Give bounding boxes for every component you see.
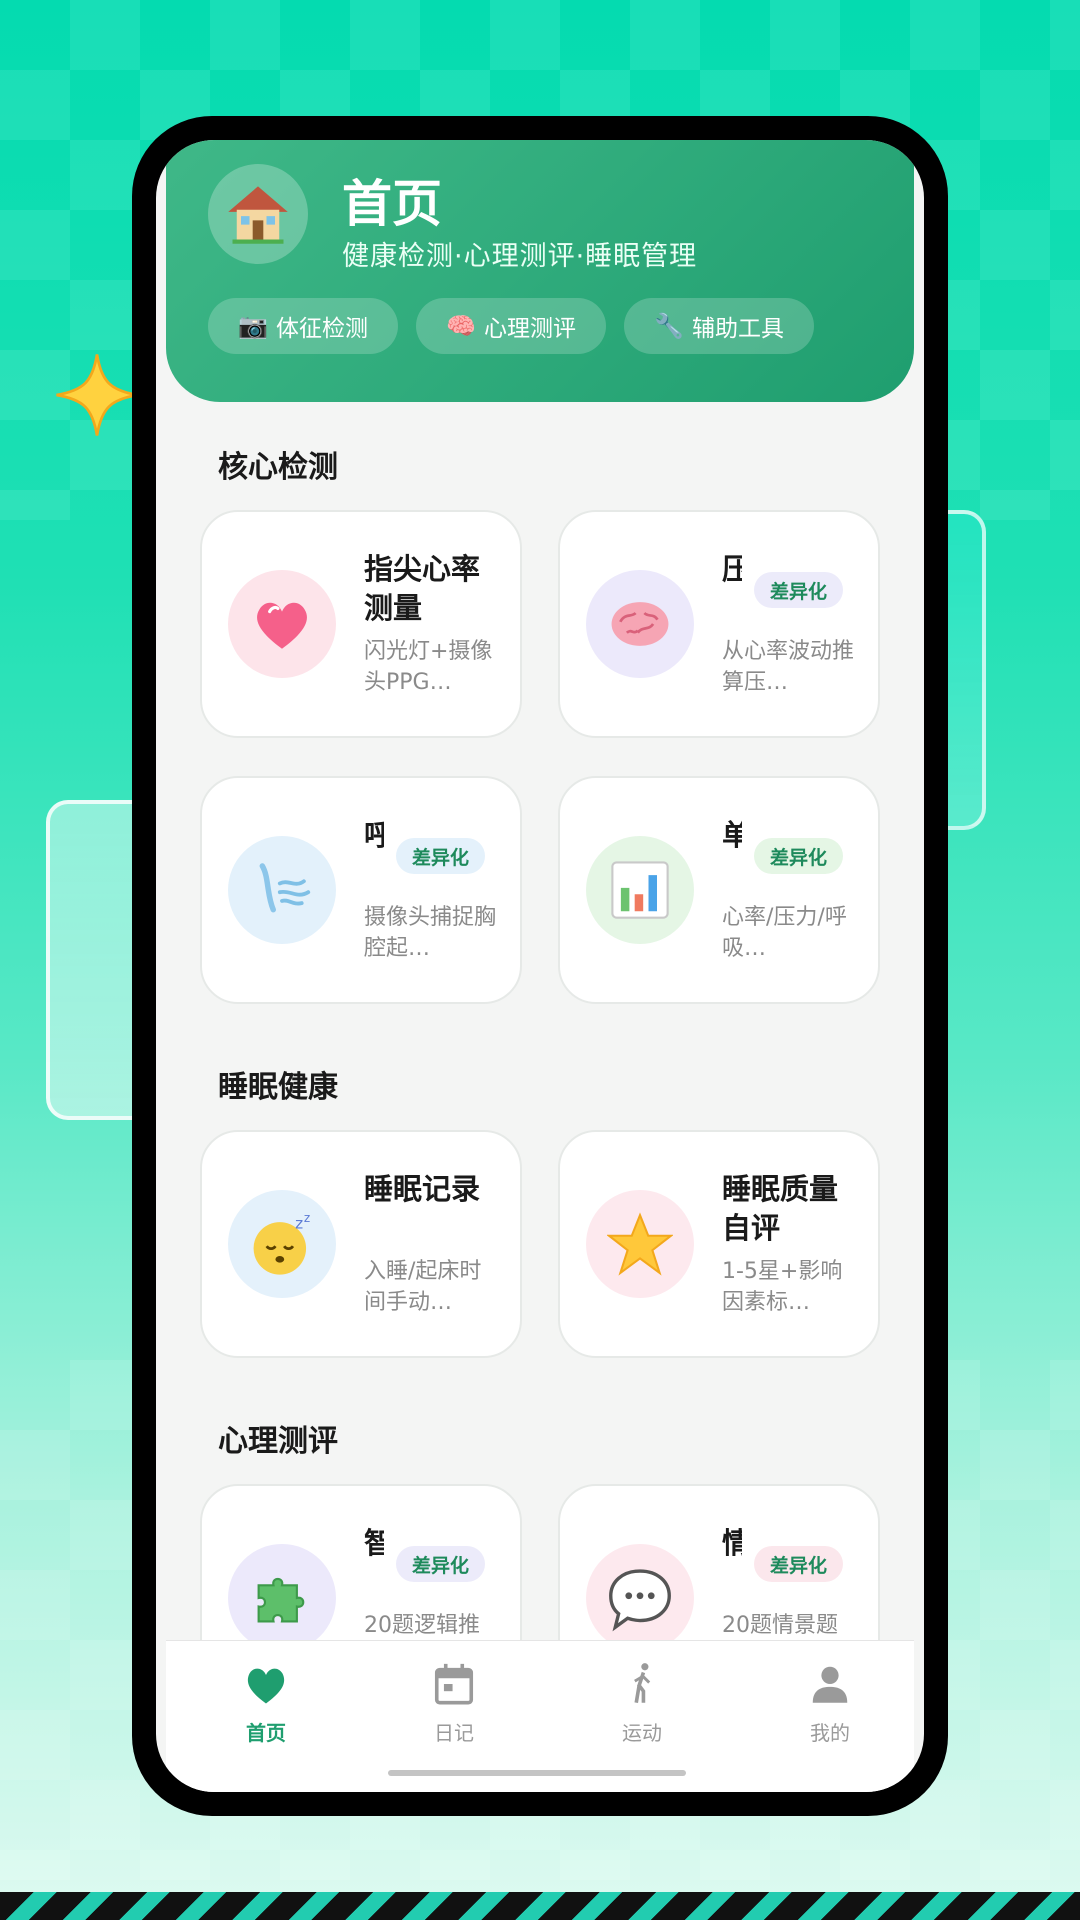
differentiation-badge: 差异化 [754, 572, 844, 608]
card-title: 情… [722, 1524, 742, 1563]
tab-home[interactable]: 首页 [206, 1661, 326, 1751]
speech-bubble-icon [586, 1544, 694, 1652]
card-title: 呼… [364, 816, 384, 855]
section-title-sleep-health: 睡眠健康 [218, 1070, 338, 1105]
differentiation-badge: 差异化 [754, 838, 844, 874]
card-title: 压… [722, 550, 742, 589]
brain-icon [586, 570, 694, 678]
card-description: 入睡/起床时间手动… [364, 1259, 482, 1315]
decorative-star-icon [52, 350, 142, 440]
page-subtitle: 健康检测·心理测评·睡眠管理 [342, 241, 698, 272]
home-header: 首页 健康检测·心理测评·睡眠管理 📷 体征检测 🧠 心理测评 🔧 辅助工具 [166, 140, 914, 402]
phone-frame: 首页 健康检测·心理测评·睡眠管理 📷 体征检测 🧠 心理测评 🔧 辅助工具 核… [132, 116, 948, 1816]
chip-label: 辅助工具 [691, 316, 784, 342]
tab-exercise[interactable]: 运动 [582, 1661, 702, 1751]
differentiation-badge: 差异化 [754, 1546, 844, 1582]
card-report[interactable]: 单… 差异化 心率/压力/呼吸… [558, 776, 880, 1004]
tab-profile[interactable]: 我的 [770, 1661, 890, 1751]
card-description: 1-5星+影响因素标… [722, 1259, 843, 1315]
app-screen: 首页 健康检测·心理测评·睡眠管理 📷 体征检测 🧠 心理测评 🔧 辅助工具 核… [156, 140, 924, 1792]
card-description: 摄像头捕捉胸腔起… [364, 905, 496, 961]
chip-label: 体征检测 [275, 316, 368, 342]
svg-text:z: z [304, 1211, 310, 1225]
chip-psych-test[interactable]: 🧠 心理测评 [416, 298, 606, 354]
card-sleep-record[interactable]: zz 睡眠记录 入睡/起床时间手动… [200, 1130, 522, 1358]
chip-label: 心理测评 [483, 316, 576, 342]
tab-label: 运动 [622, 1721, 662, 1745]
tab-label: 我的 [810, 1721, 850, 1745]
sleeping-face-icon: zz [228, 1190, 336, 1298]
chip-vital-signs[interactable]: 📷 体征检测 [208, 298, 398, 354]
person-icon [812, 1666, 848, 1703]
camera-icon: 📷 [238, 312, 268, 340]
breath-icon [228, 836, 336, 944]
heart-icon [228, 570, 336, 678]
calendar-icon [434, 1663, 474, 1705]
brain-icon: 🧠 [446, 312, 476, 340]
differentiation-badge: 差异化 [396, 838, 486, 874]
card-breathing[interactable]: 呼… 差异化 摄像头捕捉胸腔起… [200, 776, 522, 1004]
bar-chart-icon [586, 836, 694, 944]
card-description: 心率/压力/呼吸… [722, 905, 847, 961]
home-indicator[interactable] [388, 1770, 686, 1776]
card-sleep-quality[interactable]: 睡眠质量自评 1-5星+影响因素标… [558, 1130, 880, 1358]
walking-icon [634, 1663, 651, 1703]
puzzle-icon [228, 1544, 336, 1652]
card-title: 睡眠记录 [364, 1172, 481, 1206]
card-title: 单… [722, 816, 742, 855]
svg-text:z: z [295, 1215, 303, 1233]
star-icon [586, 1190, 694, 1298]
tab-diary[interactable]: 日记 [394, 1661, 514, 1751]
card-title: 睡眠质量自评 [722, 1172, 839, 1245]
section-title-psych-assessment: 心理测评 [218, 1424, 338, 1459]
card-title: 指尖心率测量 [364, 552, 481, 625]
section-title-core-detection: 核心检测 [218, 450, 338, 485]
card-description: 闪光灯+摄像头PPG… [364, 639, 493, 695]
heart-icon [247, 1668, 285, 1704]
card-description: 从心率波动推算压… [722, 639, 854, 695]
differentiation-badge: 差异化 [396, 1546, 486, 1582]
chip-tools[interactable]: 🔧 辅助工具 [624, 298, 814, 354]
card-fingertip-heart-rate[interactable]: 指尖心率测量 闪光灯+摄像头PPG… [200, 510, 522, 738]
wrench-icon: 🔧 [654, 312, 684, 340]
card-title: 智… [364, 1524, 384, 1563]
background-stripes [0, 1892, 1080, 1920]
page-title: 首页 [342, 174, 442, 233]
tab-label: 首页 [246, 1721, 286, 1745]
card-stress[interactable]: 压… 差异化 从心率波动推算压… [558, 510, 880, 738]
house-icon [208, 164, 308, 264]
tab-label: 日记 [434, 1721, 474, 1745]
